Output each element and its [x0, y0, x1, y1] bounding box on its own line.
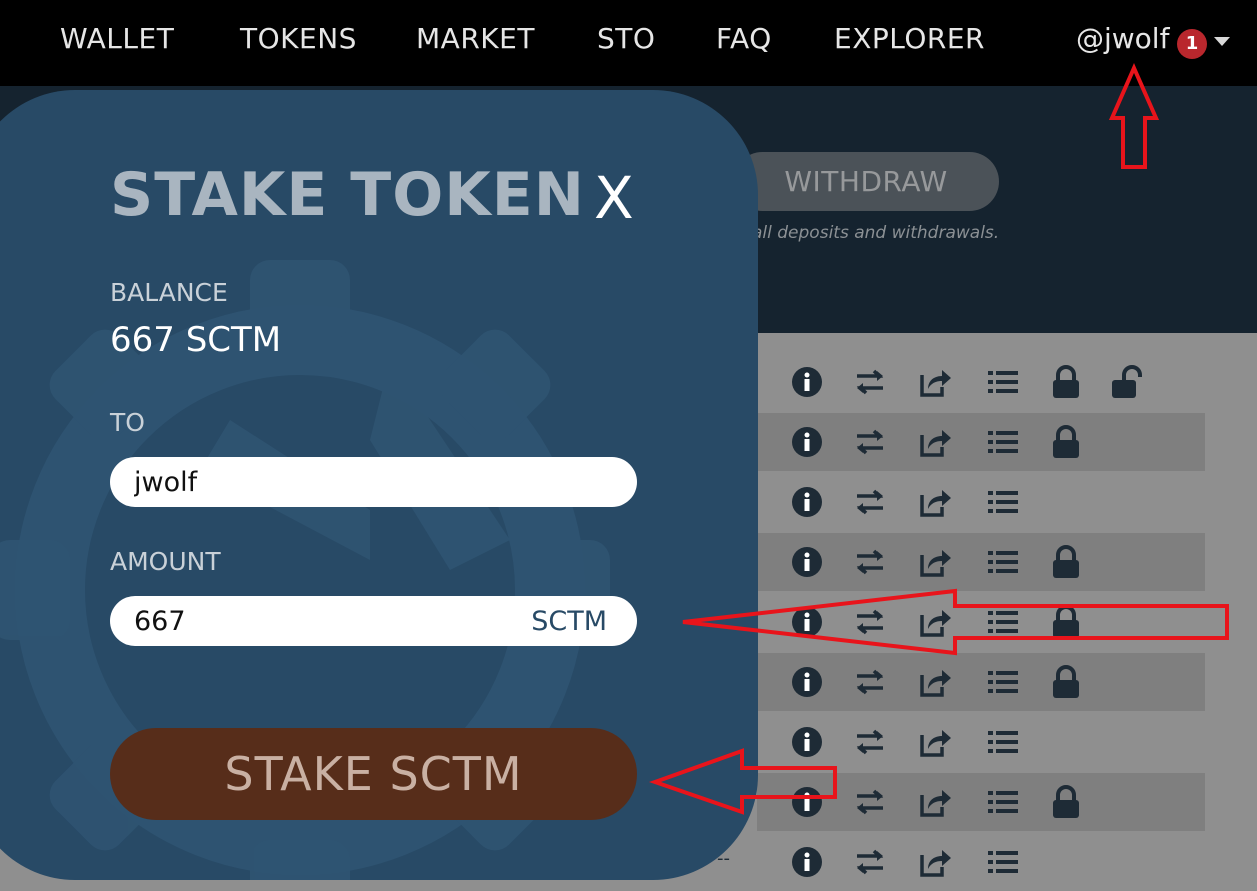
lock-icon[interactable] [1049, 605, 1083, 639]
info-icon[interactable] [790, 725, 824, 759]
close-icon[interactable]: X [594, 164, 634, 232]
info-icon[interactable] [790, 665, 824, 699]
transfer-icon[interactable] [853, 425, 887, 459]
table-row [757, 593, 1205, 651]
nav-faq[interactable]: FAQ [716, 22, 772, 55]
share-icon[interactable] [918, 485, 952, 519]
share-icon[interactable] [918, 785, 952, 819]
share-icon[interactable] [918, 665, 952, 699]
list-icon[interactable] [986, 425, 1020, 459]
share-icon[interactable] [918, 425, 952, 459]
table-row [757, 773, 1205, 831]
modal-title: STAKE TOKEN [110, 160, 585, 230]
table-row [757, 473, 1205, 531]
table-row [757, 533, 1205, 591]
info-icon[interactable] [790, 845, 824, 879]
table-row [757, 653, 1205, 711]
share-icon[interactable] [918, 725, 952, 759]
list-icon[interactable] [986, 725, 1020, 759]
transfer-icon[interactable] [853, 365, 887, 399]
table-row [757, 413, 1205, 471]
nav-tokens[interactable]: TOKENS [240, 22, 357, 55]
balance-label: BALANCE [110, 278, 228, 307]
amount-unit: SCTM [531, 606, 607, 637]
chevron-down-icon[interactable] [1214, 37, 1230, 46]
list-icon[interactable] [986, 545, 1020, 579]
list-icon[interactable] [986, 485, 1020, 519]
info-icon[interactable] [790, 485, 824, 519]
transfer-icon[interactable] [853, 485, 887, 519]
list-icon[interactable] [986, 605, 1020, 639]
lock-icon[interactable] [1049, 425, 1083, 459]
info-icon[interactable] [790, 785, 824, 819]
balance-value: 667 SCTM [110, 320, 282, 360]
unlock-icon[interactable] [1110, 365, 1144, 399]
nav-wallet[interactable]: WALLET [60, 22, 174, 55]
lock-icon[interactable] [1049, 665, 1083, 699]
share-icon[interactable] [918, 365, 952, 399]
share-icon[interactable] [918, 545, 952, 579]
transfer-icon[interactable] [853, 785, 887, 819]
transfer-icon[interactable] [853, 845, 887, 879]
nav-market[interactable]: MARKET [416, 22, 535, 55]
top-navigation: WALLET TOKENS MARKET STO FAQ EXPLORER @j… [0, 0, 1257, 86]
info-icon[interactable] [790, 545, 824, 579]
transfer-icon[interactable] [853, 545, 887, 579]
list-icon[interactable] [986, 665, 1020, 699]
table-row [757, 833, 1205, 891]
to-field[interactable] [110, 457, 637, 507]
share-icon[interactable] [918, 605, 952, 639]
amount-field[interactable]: SCTM [110, 596, 637, 646]
amount-input[interactable] [134, 604, 514, 638]
lock-icon[interactable] [1049, 785, 1083, 819]
info-icon[interactable] [790, 425, 824, 459]
transfer-icon[interactable] [853, 605, 887, 639]
nav-sto[interactable]: STO [597, 22, 655, 55]
transfer-icon[interactable] [853, 725, 887, 759]
list-icon[interactable] [986, 845, 1020, 879]
notification-badge[interactable]: 1 [1177, 29, 1207, 59]
nav-explorer[interactable]: EXPLORER [834, 22, 985, 55]
withdraw-button[interactable]: WITHDRAW [733, 152, 999, 211]
stake-button[interactable]: STAKE SCTM [110, 728, 637, 820]
list-icon[interactable] [986, 365, 1020, 399]
share-icon[interactable] [918, 845, 952, 879]
amount-label: AMOUNT [110, 547, 221, 576]
transfer-icon[interactable] [853, 665, 887, 699]
list-icon[interactable] [986, 785, 1020, 819]
banner-subtext: all deposits and withdrawals. [752, 223, 1000, 243]
to-label: TO [110, 408, 145, 437]
table-row [757, 713, 1205, 771]
to-input[interactable] [134, 465, 514, 499]
info-icon[interactable] [790, 365, 824, 399]
user-menu[interactable]: @jwolf [1076, 22, 1169, 55]
lock-icon[interactable] [1049, 365, 1083, 399]
info-icon[interactable] [790, 605, 824, 639]
lock-icon[interactable] [1049, 545, 1083, 579]
